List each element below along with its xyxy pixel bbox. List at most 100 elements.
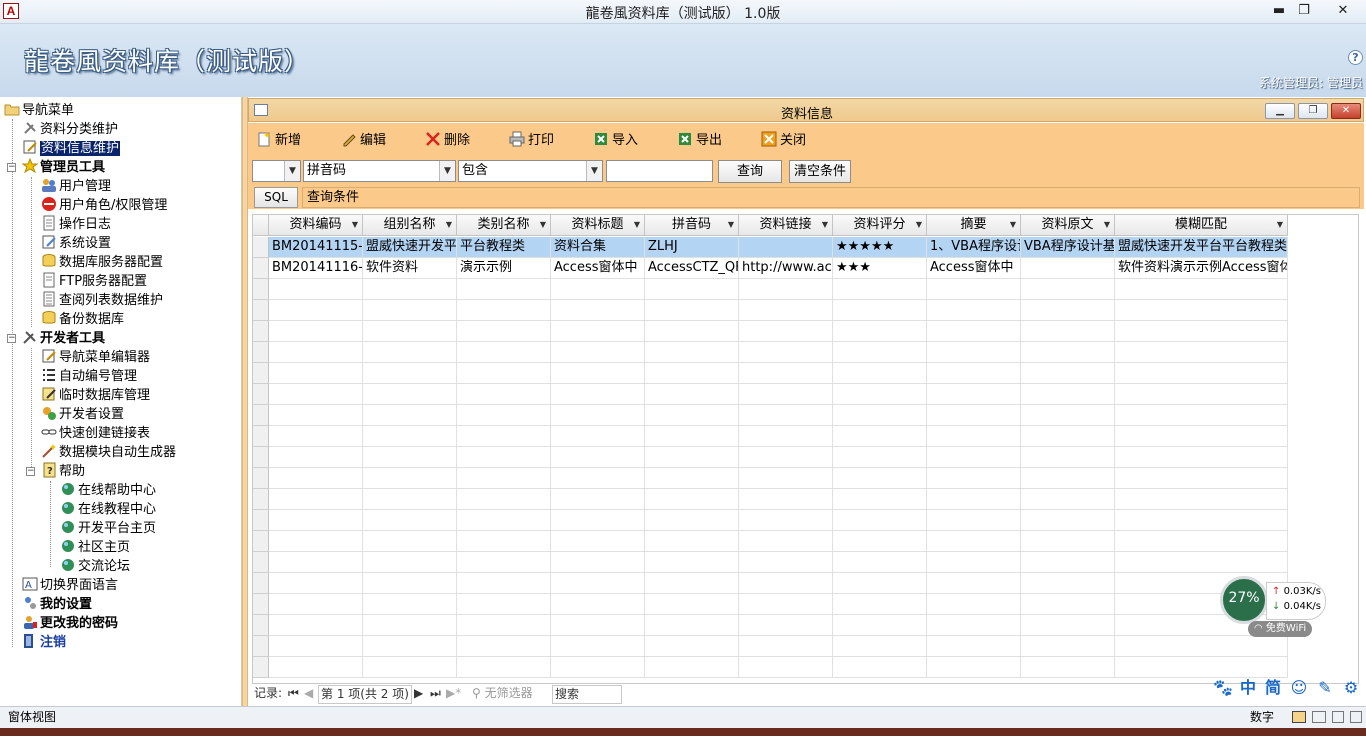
table-cell[interactable]: AccessCTZ_QF [645, 258, 739, 279]
clear-conditions-button[interactable]: 清空条件 [789, 160, 851, 183]
next-record-icon[interactable]: ▶ [414, 685, 423, 702]
table-cell[interactable] [645, 384, 739, 405]
table-cell[interactable] [269, 405, 363, 426]
nav-item-link-table[interactable]: 快速创建链接表 [41, 424, 150, 443]
table-cell[interactable] [1021, 363, 1115, 384]
table-cell[interactable]: 1、VBA程序设计 [927, 237, 1021, 258]
table-cell[interactable] [457, 489, 551, 510]
table-cell[interactable] [833, 531, 927, 552]
table-cell[interactable] [645, 552, 739, 573]
row-selector[interactable] [253, 237, 269, 258]
table-cell[interactable]: BM20141115- [269, 237, 363, 258]
table-cell[interactable] [363, 405, 457, 426]
nav-item-ftp[interactable]: FTP服务器配置 [41, 272, 147, 291]
column-header-col-pinyin[interactable]: 拼音码 ▼ [645, 215, 739, 236]
table-cell[interactable] [645, 468, 739, 489]
filter-status[interactable]: ⚲ 无筛选器 [472, 685, 533, 702]
table-cell[interactable] [739, 300, 833, 321]
select-all-corner[interactable] [253, 215, 269, 236]
table-cell[interactable]: http://www.ac [739, 258, 833, 279]
empty-row[interactable] [269, 636, 1288, 657]
nav-item-dev-tools[interactable]: 开发者工具 [22, 329, 105, 348]
table-cell[interactable] [363, 279, 457, 300]
table-cell[interactable] [457, 342, 551, 363]
table-cell[interactable]: 盟威快速开发平 [363, 237, 457, 258]
nav-item-help[interactable]: ? 帮助 [41, 462, 85, 481]
table-cell[interactable] [739, 363, 833, 384]
edit-button[interactable]: 编辑 [341, 130, 386, 152]
table-cell[interactable] [645, 594, 739, 615]
record-position[interactable]: 第 1 项(共 2 项) [318, 685, 412, 704]
table-cell[interactable] [739, 279, 833, 300]
table-cell[interactable] [363, 657, 457, 678]
table-cell[interactable] [927, 615, 1021, 636]
table-cell[interactable] [645, 342, 739, 363]
row-selector[interactable] [253, 552, 269, 573]
table-cell[interactable] [833, 636, 927, 657]
query-button[interactable]: 查询 [718, 160, 782, 183]
row-selector[interactable] [253, 321, 269, 342]
table-cell[interactable] [927, 531, 1021, 552]
table-cell[interactable] [457, 279, 551, 300]
filter-dropdown-icon[interactable]: ▼ [352, 215, 358, 235]
table-cell[interactable] [551, 426, 645, 447]
table-cell[interactable] [269, 657, 363, 678]
nav-item-module-gen[interactable]: 数据模块自动生成器 [41, 443, 176, 462]
close-form-button[interactable]: 关闭 [761, 130, 806, 152]
form-minimize-button[interactable]: ▁ [1265, 103, 1295, 119]
table-cell[interactable] [457, 573, 551, 594]
table-cell[interactable] [363, 300, 457, 321]
operator-selector[interactable]: 包含 ▼ [458, 160, 603, 182]
table-cell[interactable] [927, 489, 1021, 510]
table-cell[interactable] [551, 573, 645, 594]
table-cell[interactable] [1115, 552, 1288, 573]
column-header-col-summary[interactable]: 摘要 ▼ [927, 215, 1021, 236]
table-cell[interactable] [739, 384, 833, 405]
export-button[interactable]: 导出 [677, 130, 722, 152]
empty-row[interactable] [269, 384, 1288, 405]
table-cell[interactable] [551, 615, 645, 636]
column-header-col-category[interactable]: 类别名称 ▼ [457, 215, 551, 236]
filter-dropdown-icon[interactable]: ▼ [728, 215, 734, 235]
table-cell[interactable] [551, 594, 645, 615]
row-selector[interactable] [253, 615, 269, 636]
table-cell[interactable]: 平台教程类 [457, 237, 551, 258]
row-selector[interactable] [253, 468, 269, 489]
last-record-icon[interactable]: ⏭ [430, 685, 441, 702]
table-cell[interactable] [833, 552, 927, 573]
table-cell[interactable] [833, 510, 927, 531]
column-header-col-original[interactable]: 资料原文 ▼ [1021, 215, 1115, 236]
empty-row[interactable] [269, 426, 1288, 447]
table-cell[interactable]: Access窗体中 [927, 258, 1021, 279]
table-cell[interactable] [269, 279, 363, 300]
filter-dropdown-icon[interactable]: ▼ [1277, 215, 1283, 235]
table-cell[interactable] [927, 426, 1021, 447]
nav-item-info[interactable]: 资料信息维护 [22, 139, 122, 158]
table-cell[interactable] [927, 468, 1021, 489]
table-cell[interactable] [645, 300, 739, 321]
table-cell[interactable] [927, 384, 1021, 405]
table-cell[interactable] [739, 594, 833, 615]
row-selector[interactable] [253, 573, 269, 594]
table-cell[interactable] [551, 279, 645, 300]
table-cell[interactable] [1115, 342, 1288, 363]
table-cell[interactable] [739, 237, 833, 258]
table-cell[interactable] [363, 342, 457, 363]
table-cell[interactable] [1021, 426, 1115, 447]
table-cell[interactable] [457, 384, 551, 405]
empty-row[interactable] [269, 657, 1288, 678]
close-button[interactable]: ✕ [1324, 2, 1362, 20]
table-cell[interactable] [1021, 258, 1115, 279]
row-selector[interactable] [253, 636, 269, 657]
empty-row[interactable] [269, 573, 1288, 594]
table-cell[interactable] [1021, 657, 1115, 678]
filter-value-input[interactable] [606, 160, 713, 182]
new-record-icon[interactable]: ▶* [446, 685, 461, 702]
table-cell[interactable] [363, 489, 457, 510]
table-cell[interactable] [1021, 321, 1115, 342]
nav-item-forum[interactable]: 交流论坛 [60, 557, 130, 576]
table-cell[interactable] [833, 573, 927, 594]
row-selector[interactable] [253, 384, 269, 405]
nav-item-roles[interactable]: 用户角色/权限管理 [41, 196, 167, 215]
table-cell[interactable] [833, 426, 927, 447]
